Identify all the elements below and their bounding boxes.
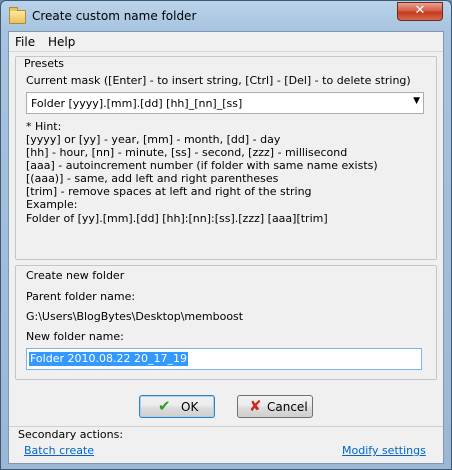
cancel-label: Cancel: [267, 400, 308, 414]
folder-icon: [9, 7, 26, 24]
batch-create-link[interactable]: Batch create: [24, 445, 94, 457]
menu-bar: File Help: [9, 32, 443, 52]
title-bar[interactable]: Create custom name folder ✕: [1, 1, 451, 31]
presets-heading: Presets: [24, 57, 65, 70]
dialog-window: Create custom name folder ✕ File Help Pr…: [0, 0, 452, 470]
mask-label: Current mask ([Enter] - to insert string…: [26, 74, 411, 87]
new-folder-name-label: New folder name:: [26, 330, 124, 343]
divider: [9, 426, 443, 427]
hint-line: [yyyy] or [yy] - year, [mm] - month, [dd…: [26, 133, 281, 146]
checkmark-icon: ✔: [158, 397, 171, 415]
hint-line: [(aaa)] - same, add left and right paren…: [26, 172, 279, 185]
ok-button[interactable]: ✔ OK: [139, 395, 215, 418]
new-folder-name-value: Folder 2010.08.22 20_17_19: [29, 352, 188, 366]
close-button[interactable]: ✕: [397, 2, 443, 21]
hint-line: Folder of [yy].[mm].[dd] [hh]:[nn]:[ss].…: [26, 212, 328, 225]
new-folder-name-input[interactable]: Folder 2010.08.22 20_17_19: [26, 348, 422, 370]
modify-settings-link[interactable]: Modify settings: [342, 445, 426, 457]
dialog-content: File Help Presets Current mask ([Enter] …: [8, 31, 444, 464]
hint-line: [hh] - hour, [nn] - minute, [ss] - secon…: [26, 146, 348, 159]
parent-folder-path: G:\Users\BlogBytes\Desktop\memboost: [26, 310, 244, 323]
secondary-actions-label: Secondary actions:: [18, 428, 124, 441]
new-folder-heading: Create new folder: [26, 269, 125, 282]
hint-line: * Hint:: [26, 120, 62, 133]
window-title: Create custom name folder: [32, 9, 197, 23]
parent-folder-label: Parent folder name:: [26, 290, 136, 303]
hint-line: Example:: [26, 198, 78, 211]
ok-label: OK: [181, 400, 199, 414]
menu-help[interactable]: Help: [48, 35, 75, 49]
hint-line: [aaa] - autoincrement number (if folder …: [26, 159, 378, 172]
cancel-button[interactable]: ✘ Cancel: [237, 395, 313, 418]
mask-value: Folder [yyyy].[mm].[dd] [hh]_[nn]_[ss]: [31, 97, 243, 110]
hint-line: [trim] - remove spaces at left and right…: [26, 185, 312, 198]
chevron-down-icon[interactable]: ▼: [413, 96, 420, 106]
cross-icon: ✘: [249, 397, 262, 415]
mask-combobox[interactable]: Folder [yyyy].[mm].[dd] [hh]_[nn]_[ss] ▼: [26, 92, 424, 114]
menu-file[interactable]: File: [15, 35, 35, 49]
